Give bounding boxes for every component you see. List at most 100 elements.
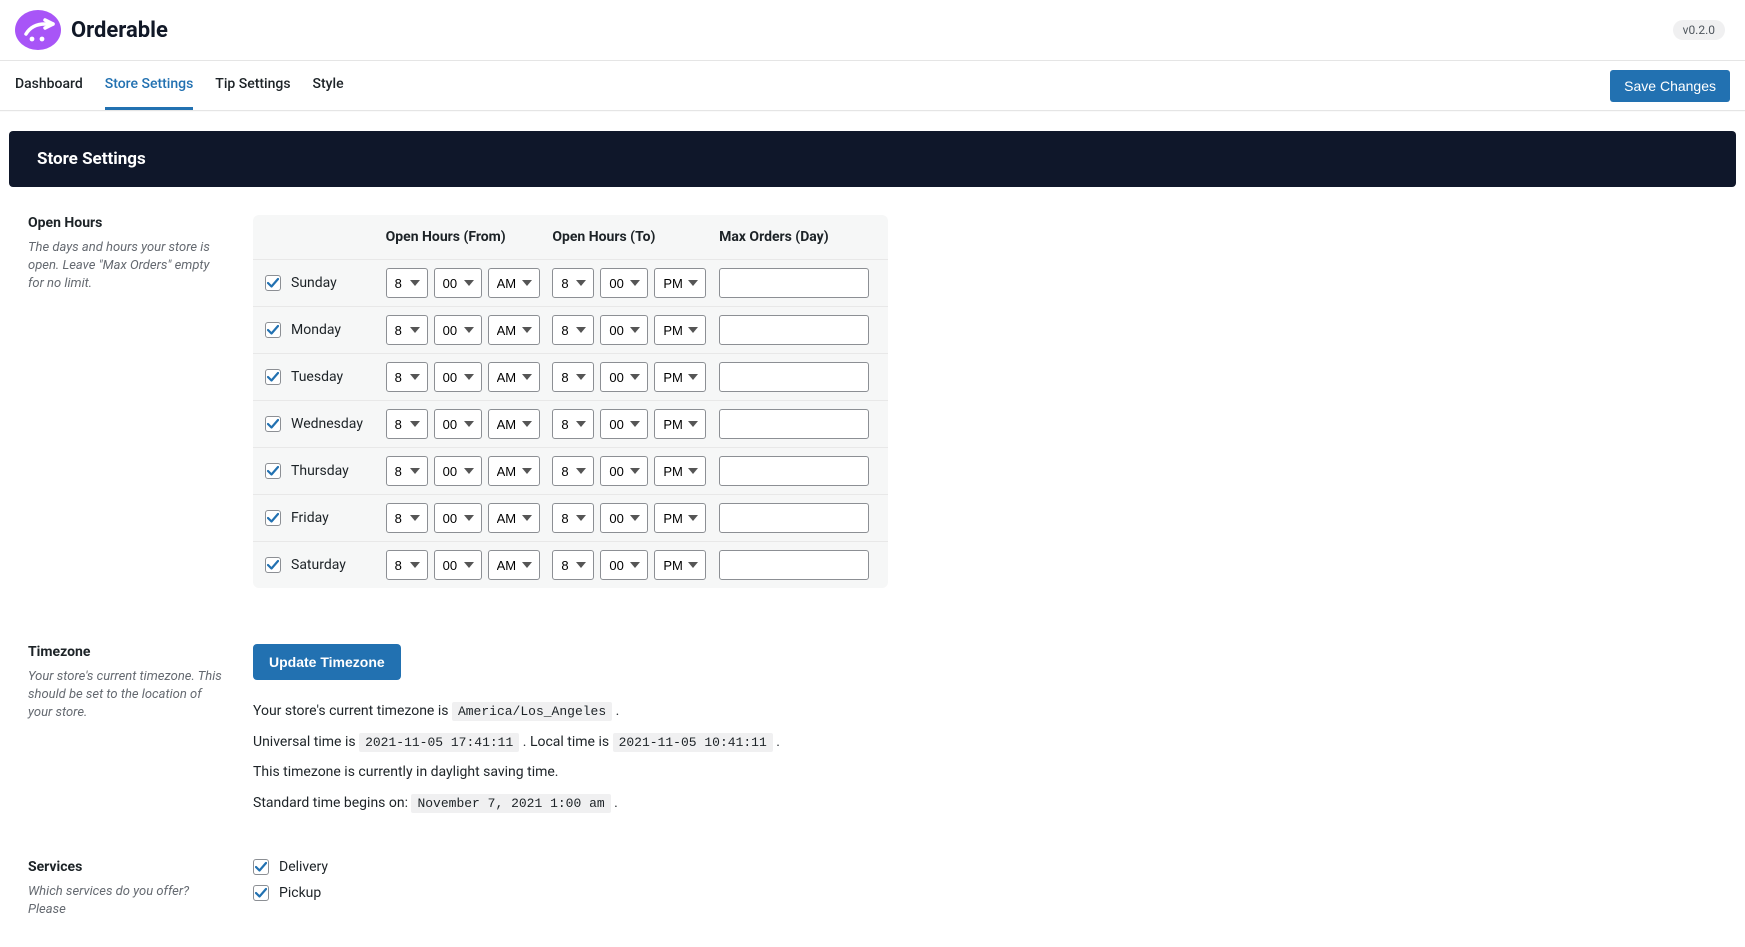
page-title: Store Settings [37, 149, 1708, 169]
services-section: Services Which services do you offer? Pl… [0, 849, 1745, 947]
from-hour-select[interactable]: 8 [386, 409, 428, 439]
to-min-select[interactable]: 00 [600, 362, 648, 392]
day-checkbox[interactable] [265, 510, 281, 526]
hours-row: Saturday800AM800PM [253, 541, 888, 588]
from-min-select[interactable]: 00 [434, 456, 482, 486]
version-badge: v0.2.0 [1673, 20, 1725, 40]
app-header: Orderable v0.2.0 [0, 0, 1745, 61]
open-hours-header: Open Hours (From) Open Hours (To) Max Or… [253, 215, 888, 259]
save-changes-button[interactable]: Save Changes [1610, 70, 1730, 102]
from-min-select[interactable]: 00 [434, 503, 482, 533]
from-ampm-select[interactable]: AM [488, 362, 540, 392]
hours-row: Thursday800AM800PM [253, 447, 888, 494]
from-ampm-select[interactable]: AM [488, 456, 540, 486]
tab-dashboard[interactable]: Dashboard [15, 61, 83, 110]
tz-line1-prefix: Your store's current timezone is [253, 703, 452, 719]
from-hour-select[interactable]: 8 [386, 315, 428, 345]
from-min-select[interactable]: 00 [434, 550, 482, 580]
max-orders-input[interactable] [719, 268, 869, 298]
tz-line2-prefix: Universal time is [253, 734, 359, 750]
open-hours-title: Open Hours [28, 215, 223, 231]
day-label: Thursday [291, 463, 349, 479]
from-hour-select[interactable]: 8 [386, 268, 428, 298]
day-label: Friday [291, 510, 329, 526]
from-min-select[interactable]: 00 [434, 315, 482, 345]
service-checkbox[interactable] [253, 885, 269, 901]
open-hours-section: Open Hours The days and hours your store… [0, 187, 1745, 616]
timezone-info: Your store's current timezone is America… [253, 698, 1717, 817]
timezone-help: Your store's current timezone. This shou… [28, 668, 223, 723]
day-checkbox[interactable] [265, 275, 281, 291]
day-checkbox[interactable] [265, 557, 281, 573]
max-orders-input[interactable] [719, 550, 869, 580]
service-checkbox[interactable] [253, 859, 269, 875]
to-min-select[interactable]: 00 [600, 550, 648, 580]
from-hour-select[interactable]: 8 [386, 362, 428, 392]
max-orders-input[interactable] [719, 362, 869, 392]
from-ampm-select[interactable]: AM [488, 409, 540, 439]
day-label: Wednesday [291, 416, 363, 432]
to-hour-select[interactable]: 8 [552, 362, 594, 392]
to-hour-select[interactable]: 8 [552, 456, 594, 486]
day-checkbox[interactable] [265, 322, 281, 338]
hours-row: Tuesday800AM800PM [253, 353, 888, 400]
to-hour-select[interactable]: 8 [552, 268, 594, 298]
update-timezone-button[interactable]: Update Timezone [253, 644, 401, 680]
tz-line1-period: . [616, 703, 620, 719]
tab-tip-settings[interactable]: Tip Settings [215, 61, 290, 110]
tz-local: 2021-11-05 10:41:11 [613, 733, 773, 752]
to-min-select[interactable]: 00 [600, 409, 648, 439]
to-hour-select[interactable]: 8 [552, 503, 594, 533]
to-min-select[interactable]: 00 [600, 315, 648, 345]
max-orders-input[interactable] [719, 456, 869, 486]
to-ampm-select[interactable]: PM [654, 362, 706, 392]
to-ampm-select[interactable]: PM [654, 550, 706, 580]
to-ampm-select[interactable]: PM [654, 456, 706, 486]
to-ampm-select[interactable]: PM [654, 409, 706, 439]
tz-utc: 2021-11-05 17:41:11 [359, 733, 519, 752]
open-hours-table: Open Hours (From) Open Hours (To) Max Or… [253, 215, 888, 588]
to-hour-select[interactable]: 8 [552, 315, 594, 345]
from-min-select[interactable]: 00 [434, 362, 482, 392]
max-orders-input[interactable] [719, 503, 869, 533]
to-ampm-select[interactable]: PM [654, 503, 706, 533]
day-checkbox[interactable] [265, 463, 281, 479]
day-label: Saturday [291, 557, 346, 573]
services-title: Services [28, 859, 223, 875]
to-hour-select[interactable]: 8 [552, 550, 594, 580]
day-label: Tuesday [291, 369, 343, 385]
from-ampm-select[interactable]: AM [488, 268, 540, 298]
service-option[interactable]: Delivery [253, 859, 1717, 875]
service-label: Delivery [279, 859, 328, 875]
from-hour-select[interactable]: 8 [386, 503, 428, 533]
tab-store-settings[interactable]: Store Settings [105, 61, 194, 110]
tz-line2-mid: . Local time is [523, 734, 613, 750]
timezone-section: Timezone Your store's current timezone. … [0, 616, 1745, 849]
from-min-select[interactable]: 00 [434, 268, 482, 298]
to-ampm-select[interactable]: PM [654, 268, 706, 298]
max-orders-input[interactable] [719, 315, 869, 345]
to-min-select[interactable]: 00 [600, 503, 648, 533]
to-min-select[interactable]: 00 [600, 268, 648, 298]
to-ampm-select[interactable]: PM [654, 315, 706, 345]
col-to-header: Open Hours (To) [552, 229, 719, 245]
day-checkbox[interactable] [265, 416, 281, 432]
to-hour-select[interactable]: 8 [552, 409, 594, 439]
hours-row: Wednesday800AM800PM [253, 400, 888, 447]
from-hour-select[interactable]: 8 [386, 550, 428, 580]
tz-value: America/Los_Angeles [452, 702, 612, 721]
brand: Orderable [15, 10, 168, 50]
hours-row: Sunday800AM800PM [253, 259, 888, 306]
from-ampm-select[interactable]: AM [488, 550, 540, 580]
day-checkbox[interactable] [265, 369, 281, 385]
col-max-header: Max Orders (Day) [719, 229, 876, 245]
tab-style[interactable]: Style [313, 61, 344, 110]
page-title-bar: Store Settings [9, 131, 1736, 187]
service-option[interactable]: Pickup [253, 885, 1717, 901]
from-min-select[interactable]: 00 [434, 409, 482, 439]
from-ampm-select[interactable]: AM [488, 503, 540, 533]
to-min-select[interactable]: 00 [600, 456, 648, 486]
from-ampm-select[interactable]: AM [488, 315, 540, 345]
max-orders-input[interactable] [719, 409, 869, 439]
from-hour-select[interactable]: 8 [386, 456, 428, 486]
